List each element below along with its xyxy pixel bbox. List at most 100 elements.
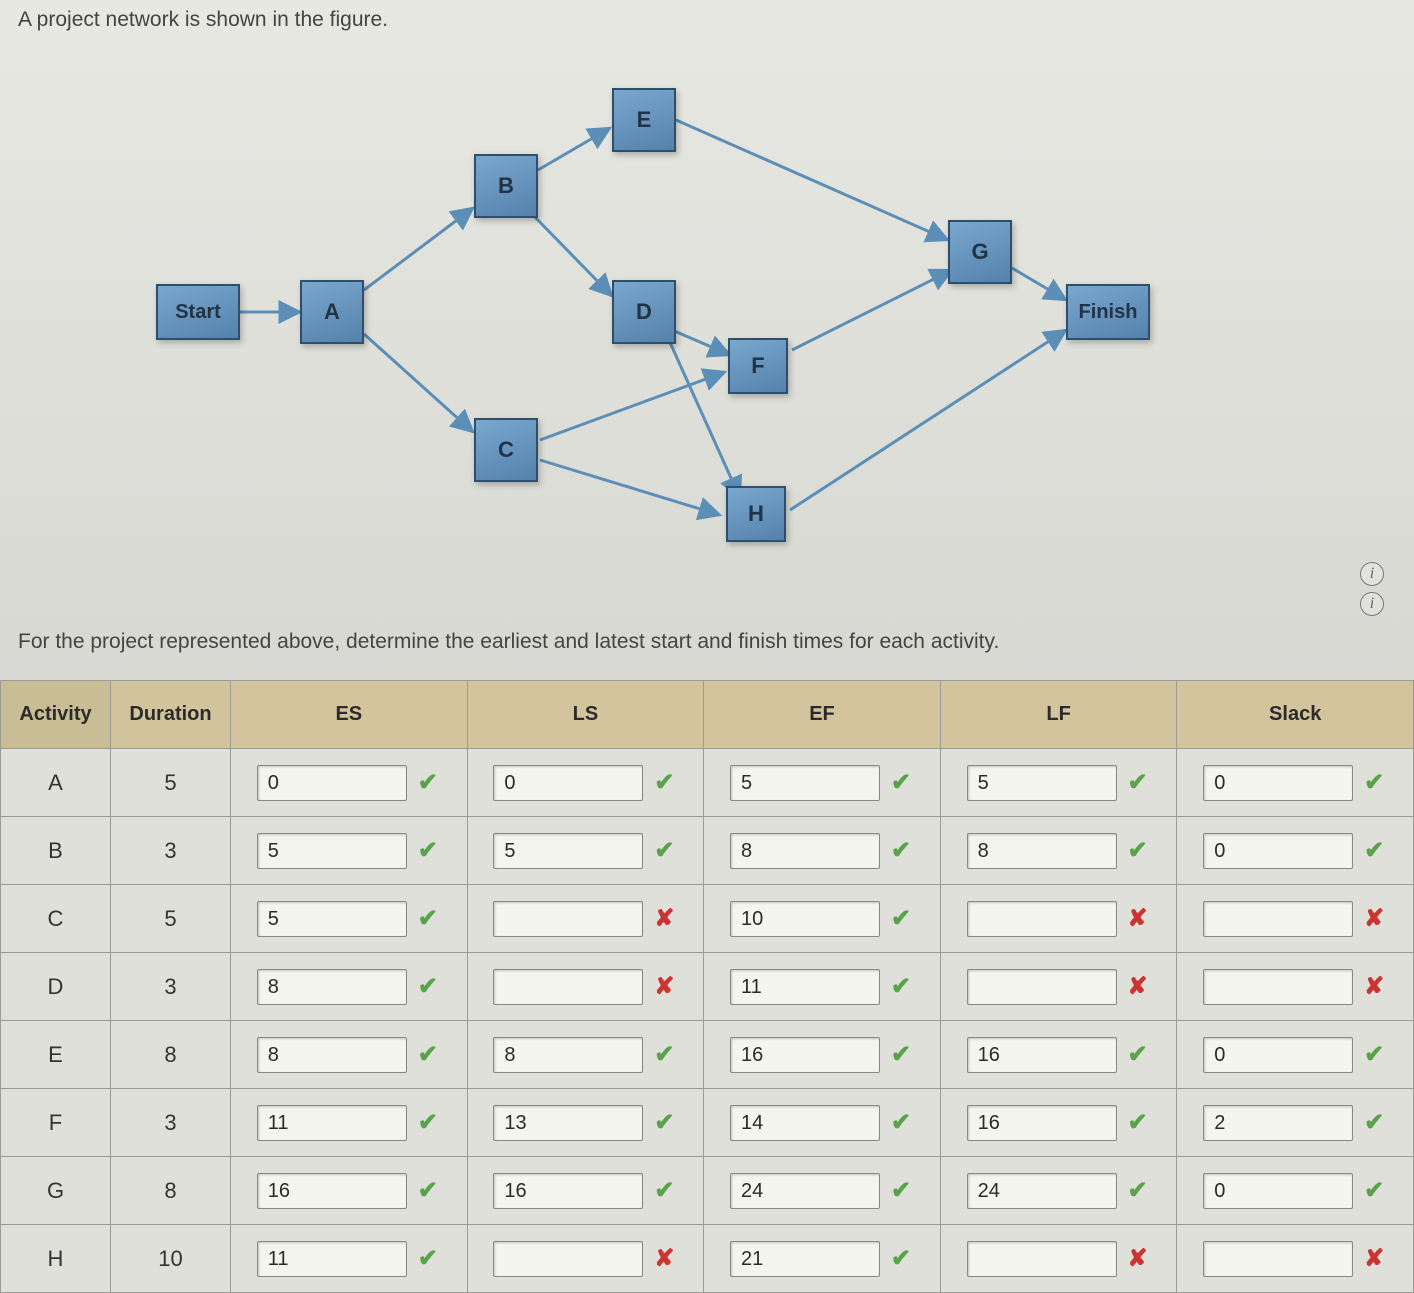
ls-input[interactable]: 16 bbox=[493, 1173, 643, 1209]
check-icon: ✔ bbox=[1125, 838, 1151, 864]
slack-input[interactable]: 0 bbox=[1203, 833, 1353, 869]
node-start: Start bbox=[156, 284, 240, 340]
cross-icon: ✘ bbox=[1125, 1246, 1151, 1272]
slack-cell: 0✔ bbox=[1177, 1157, 1414, 1225]
lf-input[interactable]: 16 bbox=[967, 1037, 1117, 1073]
lf-cell: ✘ bbox=[940, 953, 1177, 1021]
lf-input[interactable] bbox=[967, 969, 1117, 1005]
activity-cell: G bbox=[1, 1157, 111, 1225]
th-es: ES bbox=[231, 681, 468, 749]
activity-cell: A bbox=[1, 749, 111, 817]
ls-input[interactable]: 8 bbox=[493, 1037, 643, 1073]
ef-input[interactable]: 14 bbox=[730, 1105, 880, 1141]
ef-input[interactable]: 5 bbox=[730, 765, 880, 801]
check-icon: ✔ bbox=[415, 1178, 441, 1204]
ls-input[interactable] bbox=[493, 901, 643, 937]
slack-input[interactable]: 0 bbox=[1203, 1173, 1353, 1209]
check-icon: ✔ bbox=[651, 1110, 677, 1136]
slack-cell: ✘ bbox=[1177, 953, 1414, 1021]
check-icon: ✔ bbox=[651, 1042, 677, 1068]
ls-cell: 8✔ bbox=[467, 1021, 704, 1089]
es-input[interactable]: 8 bbox=[257, 1037, 407, 1073]
table-row: E88✔8✔16✔16✔0✔ bbox=[1, 1021, 1414, 1089]
check-icon: ✔ bbox=[651, 838, 677, 864]
ef-input[interactable]: 8 bbox=[730, 833, 880, 869]
lf-input[interactable]: 16 bbox=[967, 1105, 1117, 1141]
check-icon: ✔ bbox=[651, 1178, 677, 1204]
lf-cell: 5✔ bbox=[940, 749, 1177, 817]
table-row: H1011✔✘21✔✘✘ bbox=[1, 1225, 1414, 1293]
cross-icon: ✘ bbox=[651, 906, 677, 932]
lf-input[interactable] bbox=[967, 1241, 1117, 1277]
es-cell: 5✔ bbox=[231, 817, 468, 885]
check-icon: ✔ bbox=[888, 906, 914, 932]
lf-input[interactable]: 5 bbox=[967, 765, 1117, 801]
es-input[interactable]: 16 bbox=[257, 1173, 407, 1209]
slack-input[interactable]: 0 bbox=[1203, 1037, 1353, 1073]
check-icon: ✔ bbox=[415, 770, 441, 796]
slack-input[interactable]: 2 bbox=[1203, 1105, 1353, 1141]
lf-cell: ✘ bbox=[940, 885, 1177, 953]
slack-input[interactable] bbox=[1203, 901, 1353, 937]
ls-input[interactable]: 5 bbox=[493, 833, 643, 869]
lf-cell: 8✔ bbox=[940, 817, 1177, 885]
table-row: B35✔5✔8✔8✔0✔ bbox=[1, 817, 1414, 885]
ls-input[interactable] bbox=[493, 969, 643, 1005]
check-icon: ✔ bbox=[888, 770, 914, 796]
check-icon: ✔ bbox=[1125, 1042, 1151, 1068]
check-icon: ✔ bbox=[1125, 1110, 1151, 1136]
check-icon: ✔ bbox=[888, 1110, 914, 1136]
es-cell: 11 ✔ bbox=[231, 1089, 468, 1157]
activity-cell: E bbox=[1, 1021, 111, 1089]
table-header-row: Activity Duration ES LS EF LF Slack bbox=[1, 681, 1414, 749]
ls-input[interactable]: 13 bbox=[493, 1105, 643, 1141]
cross-icon: ✘ bbox=[651, 974, 677, 1000]
slack-input[interactable] bbox=[1203, 969, 1353, 1005]
cross-icon: ✘ bbox=[1361, 974, 1387, 1000]
ls-input[interactable]: 0 bbox=[493, 765, 643, 801]
table-row: D38✔✘11✔✘✘ bbox=[1, 953, 1414, 1021]
lf-input[interactable]: 8 bbox=[967, 833, 1117, 869]
info-icon[interactable]: i bbox=[1360, 592, 1384, 616]
slack-input[interactable]: 0 bbox=[1203, 765, 1353, 801]
es-input[interactable]: 8 bbox=[257, 969, 407, 1005]
ef-cell: 16 ✔ bbox=[704, 1021, 941, 1089]
es-input[interactable]: 0 bbox=[257, 765, 407, 801]
ef-input[interactable]: 21 bbox=[730, 1241, 880, 1277]
slack-input[interactable] bbox=[1203, 1241, 1353, 1277]
cpm-table: Activity Duration ES LS EF LF Slack A50✔… bbox=[0, 680, 1414, 1293]
info-icon[interactable]: i bbox=[1360, 562, 1384, 586]
es-input[interactable]: 11 bbox=[257, 1241, 407, 1277]
lf-cell: 16 ✔ bbox=[940, 1089, 1177, 1157]
table-row: A50✔0✔5✔5✔0✔ bbox=[1, 749, 1414, 817]
node-e: E bbox=[612, 88, 676, 152]
es-input[interactable]: 5 bbox=[257, 901, 407, 937]
check-icon: ✔ bbox=[415, 1110, 441, 1136]
ef-cell: 5✔ bbox=[704, 749, 941, 817]
lf-input[interactable]: 24 bbox=[967, 1173, 1117, 1209]
ef-input[interactable]: 16 bbox=[730, 1037, 880, 1073]
ef-input[interactable]: 11 bbox=[730, 969, 880, 1005]
es-cell: 0✔ bbox=[231, 749, 468, 817]
node-c: C bbox=[474, 418, 538, 482]
ef-input[interactable]: 10 bbox=[730, 901, 880, 937]
ls-cell: 16 ✔ bbox=[467, 1157, 704, 1225]
node-a: A bbox=[300, 280, 364, 344]
check-icon: ✔ bbox=[415, 1042, 441, 1068]
check-icon: ✔ bbox=[888, 1042, 914, 1068]
ls-input[interactable] bbox=[493, 1241, 643, 1277]
lf-input[interactable] bbox=[967, 901, 1117, 937]
check-icon: ✔ bbox=[1361, 770, 1387, 796]
slack-cell: ✘ bbox=[1177, 885, 1414, 953]
ef-input[interactable]: 24 bbox=[730, 1173, 880, 1209]
th-duration: Duration bbox=[111, 681, 231, 749]
table-row: C55✔✘10✔✘✘ bbox=[1, 885, 1414, 953]
ls-cell: 0✔ bbox=[467, 749, 704, 817]
ef-cell: 11✔ bbox=[704, 953, 941, 1021]
activity-cell: D bbox=[1, 953, 111, 1021]
es-input[interactable]: 5 bbox=[257, 833, 407, 869]
ls-cell: ✘ bbox=[467, 953, 704, 1021]
node-finish: Finish bbox=[1066, 284, 1150, 340]
check-icon: ✔ bbox=[415, 906, 441, 932]
es-input[interactable]: 11 bbox=[257, 1105, 407, 1141]
